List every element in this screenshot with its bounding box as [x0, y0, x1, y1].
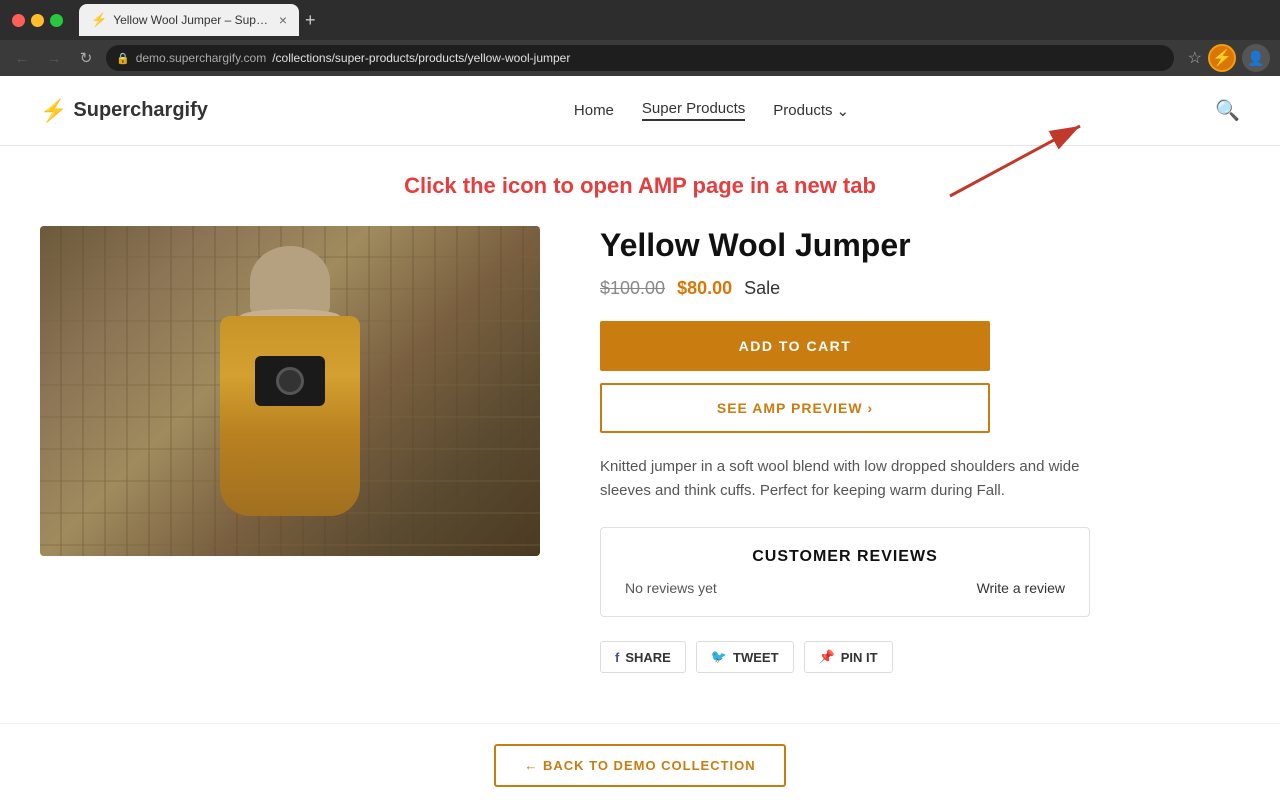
- close-traffic-light[interactable]: [12, 14, 25, 27]
- product-info-column: Yellow Wool Jumper $100.00 $80.00 Sale A…: [550, 226, 1240, 673]
- reviews-title: CUSTOMER REVIEWS: [625, 548, 1065, 566]
- twitter-tweet-button[interactable]: 🐦 TWEET: [696, 641, 794, 673]
- address-path: /collections/super-products/products/yel…: [272, 51, 570, 65]
- body-shape: [220, 316, 360, 516]
- social-share-row: f SHARE 🐦 TWEET 📌 PIN IT: [600, 641, 1090, 673]
- amp-extension-button[interactable]: ⚡: [1208, 44, 1236, 72]
- logo-name: Superchargify: [73, 99, 207, 122]
- camera-lens: [276, 367, 304, 395]
- product-title: Yellow Wool Jumper: [600, 226, 1240, 264]
- back-to-collection-button[interactable]: ← BACK TO DEMO COLLECTION: [494, 744, 785, 787]
- new-tab-button[interactable]: +: [305, 10, 316, 31]
- facebook-icon: f: [615, 650, 619, 665]
- back-nav-button[interactable]: ←: [10, 46, 34, 70]
- product-image-canvas: [40, 226, 540, 556]
- minimize-traffic-light[interactable]: [31, 14, 44, 27]
- traffic-lights: [12, 14, 63, 27]
- nav-products[interactable]: Products ⌄: [773, 102, 849, 120]
- see-amp-label: SEE AMP PREVIEW ›: [717, 400, 873, 416]
- hat: [250, 246, 330, 316]
- tab-title: Yellow Wool Jumper – Supercha...: [113, 13, 273, 27]
- profile-button[interactable]: 👤: [1242, 44, 1270, 72]
- pinterest-icon: 📌: [819, 649, 835, 665]
- pin-label: PIN IT: [841, 650, 878, 665]
- forward-nav-button[interactable]: →: [42, 46, 66, 70]
- person-figure: [190, 246, 390, 556]
- annotation-text: Click the icon to open AMP page in a new…: [404, 173, 876, 199]
- hat-shape: [250, 246, 330, 316]
- profile-icon: 👤: [1247, 50, 1264, 67]
- search-icon[interactable]: 🔍: [1215, 98, 1240, 123]
- main-content: Yellow Wool Jumper $100.00 $80.00 Sale A…: [0, 226, 1280, 713]
- back-label: ← BACK TO DEMO COLLECTION: [524, 758, 755, 773]
- lock-icon: 🔒: [116, 52, 130, 65]
- main-nav: Home Super Products Products ⌄: [574, 100, 849, 121]
- nav-products-label: Products: [773, 102, 832, 119]
- product-image: [40, 226, 540, 556]
- amp-bolt-icon: ⚡: [1212, 48, 1232, 68]
- tab-bar: ⚡ Yellow Wool Jumper – Supercha... × +: [79, 0, 1268, 40]
- nav-super-products[interactable]: Super Products: [642, 100, 745, 121]
- reload-button[interactable]: ↻: [74, 46, 98, 70]
- tweet-label: TWEET: [733, 650, 779, 665]
- add-to-cart-label: ADD TO CART: [739, 338, 852, 354]
- product-image-column: [40, 226, 550, 673]
- active-tab[interactable]: ⚡ Yellow Wool Jumper – Supercha... ×: [79, 4, 299, 36]
- bottom-bar: ← BACK TO DEMO COLLECTION: [0, 723, 1280, 797]
- reviews-box: CUSTOMER REVIEWS No reviews yet Write a …: [600, 527, 1090, 617]
- maximize-traffic-light[interactable]: [50, 14, 63, 27]
- camera-shape: [255, 356, 325, 406]
- original-price: $100.00: [600, 278, 665, 299]
- browser-actions: ☆ ⚡ 👤: [1188, 44, 1270, 72]
- bookmark-icon[interactable]: ☆: [1188, 48, 1202, 68]
- sale-badge: Sale: [744, 278, 780, 299]
- pinterest-pin-button[interactable]: 📌 PIN IT: [804, 641, 893, 673]
- address-bar-row: ← → ↻ 🔒 demo.superchargify.com /collecti…: [0, 40, 1280, 76]
- sale-price: $80.00: [677, 278, 732, 299]
- tab-close-icon[interactable]: ×: [279, 13, 287, 27]
- share-label: SHARE: [625, 650, 671, 665]
- address-bar[interactable]: 🔒 demo.superchargify.com /collections/su…: [106, 45, 1174, 71]
- no-reviews-text: No reviews yet: [625, 580, 717, 596]
- write-review-link[interactable]: Write a review: [977, 580, 1065, 596]
- browser-chrome: ⚡ Yellow Wool Jumper – Supercha... × +: [0, 0, 1280, 40]
- annotation-bar: Click the icon to open AMP page in a new…: [0, 146, 1280, 226]
- nav-home[interactable]: Home: [574, 102, 614, 119]
- see-amp-preview-button[interactable]: SEE AMP PREVIEW ›: [600, 383, 990, 433]
- facebook-share-button[interactable]: f SHARE: [600, 641, 686, 673]
- reviews-row: No reviews yet Write a review: [625, 580, 1065, 596]
- logo-bolt-icon: ⚡: [40, 98, 67, 124]
- address-domain: demo.superchargify.com: [136, 51, 267, 65]
- annotation-arrow: [940, 116, 1100, 206]
- twitter-icon: 🐦: [711, 649, 727, 665]
- chevron-down-icon: ⌄: [837, 102, 850, 120]
- site-logo[interactable]: ⚡ Superchargify: [40, 98, 208, 124]
- price-row: $100.00 $80.00 Sale: [600, 278, 1240, 299]
- add-to-cart-button[interactable]: ADD TO CART: [600, 321, 990, 371]
- product-description: Knitted jumper in a soft wool blend with…: [600, 455, 1080, 503]
- tab-favicon-icon: ⚡: [91, 12, 107, 28]
